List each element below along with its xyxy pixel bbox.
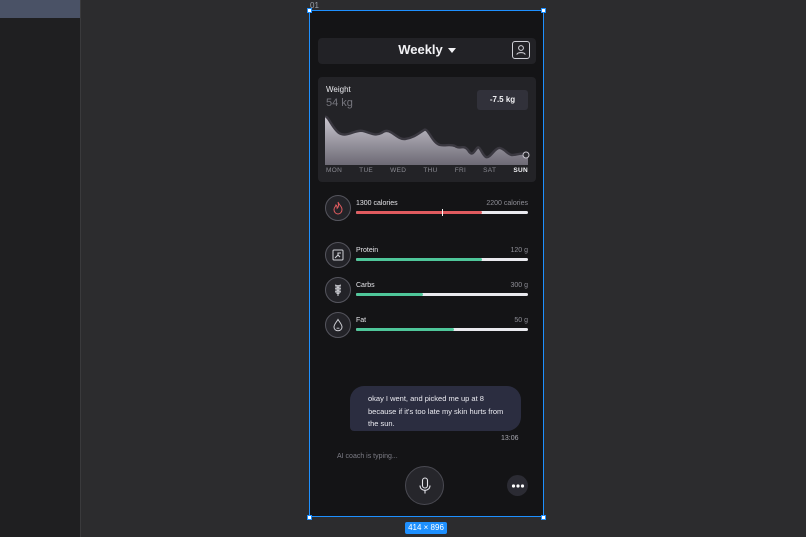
microphone-icon [418,476,431,493]
period-label: Weekly [398,42,443,57]
calories-icon-badge [325,195,351,221]
message-timestamp: 13:06 [501,435,519,442]
macro-row-carbs: Carbs 300 g [325,277,537,305]
day-label[interactable]: SAT [483,167,496,174]
selected-layer-row[interactable] [0,0,80,18]
user-icon [516,45,526,55]
weight-value: 54 kg [326,97,353,109]
resize-handle-bottom-right[interactable] [541,515,546,520]
macro-progress-bar [356,258,528,261]
calories-progress-fill [356,211,482,214]
macro-name: Carbs [356,282,375,289]
typing-indicator: AI coach is typing... [337,453,398,460]
macro-progress-fill [356,293,424,296]
caret-down-icon [447,48,456,54]
resize-handle-bottom-left[interactable] [307,515,312,520]
macro-row-fat: Fat 50 g [325,312,537,340]
resize-handle-top-right[interactable] [541,8,546,13]
microphone-button[interactable] [405,466,444,505]
calories-target-marker [442,209,443,216]
drop-icon [333,318,343,332]
fat-icon-badge [325,312,351,338]
resize-handle-top-left[interactable] [307,8,312,13]
macro-goal: 300 g [510,282,528,289]
frame-size-badge: 414 × 896 [405,522,447,534]
wheat-icon [335,284,341,296]
weight-card: Weight 54 kg -7.5 kg MON TUE WED THU FRI… [318,77,536,182]
macro-progress-fill [356,258,482,261]
macro-name: Protein [356,247,379,254]
weight-area-chart [325,115,530,165]
protein-icon [332,249,344,261]
macro-name: Fat [356,317,367,324]
day-label[interactable]: MON [326,167,342,174]
calories-goal: 2200 calories [486,200,528,207]
calories-current: 1300 calories [356,200,398,207]
layers-panel [0,0,81,537]
day-label-active[interactable]: SUN [513,167,528,174]
protein-icon-badge [325,242,351,268]
weight-last-point [522,151,530,159]
calories-row: 1300 calories 2200 calories [325,195,537,223]
flame-icon [333,201,343,215]
weight-label: Weight [326,85,351,94]
more-dots-icon [511,483,524,488]
carbs-icon-badge [325,277,351,303]
macro-goal: 50 g [514,317,528,324]
day-label[interactable]: WED [390,167,406,174]
macro-progress-bar [356,328,528,331]
macro-progress-fill [356,328,455,331]
weight-area [325,116,528,165]
profile-button[interactable] [512,41,530,59]
day-label[interactable]: THU [423,167,437,174]
day-label[interactable]: FRI [455,167,466,174]
more-options-button[interactable] [507,475,528,496]
chat-message-bubble: okay I went, and picked me up at 8 becau… [350,386,521,431]
period-header: Weekly [318,38,536,64]
weekday-axis: MON TUE WED THU FRI SAT SUN [326,167,528,174]
weight-change-badge: -7.5 kg [477,90,528,110]
macro-goal: 120 g [510,247,528,254]
day-label[interactable]: TUE [359,167,373,174]
period-selector[interactable]: Weekly [318,42,536,57]
macro-row-protein: Protein 120 g [325,242,537,270]
macro-progress-bar [356,293,528,296]
